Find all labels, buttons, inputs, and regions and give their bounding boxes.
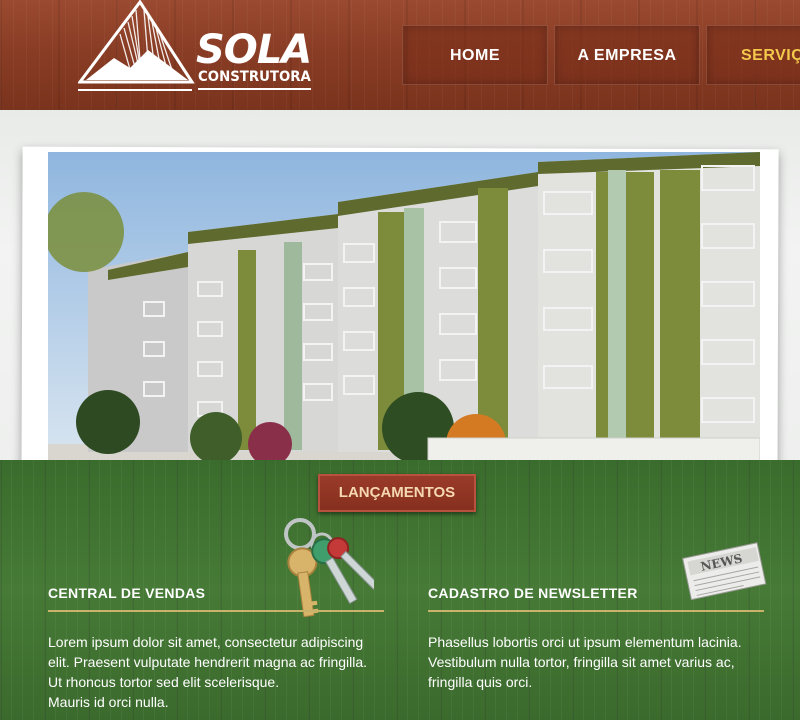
newsletter-text: Phasellus lobortis orci ut ipsum element… [428, 632, 778, 692]
logo-title: SOLA [196, 27, 312, 73]
newsletter-title: CADASTRO DE NEWSLETTER [428, 585, 638, 601]
sales-line: Mauris id orci nulla. [48, 694, 169, 710]
building-illustration [48, 152, 760, 486]
header: SOLA CONSTRUTORA HOME A EMPRESA SERVIÇO [0, 0, 800, 110]
nav-servicos[interactable]: SERVIÇO [706, 25, 800, 85]
logo[interactable]: SOLA CONSTRUTORA [78, 0, 328, 96]
sales-text: Lorem ipsum dolor sit amet, consectetur … [48, 632, 388, 712]
nav-a-empresa[interactable]: A EMPRESA [554, 25, 700, 85]
newspaper-icon: NEWS [682, 542, 767, 600]
nav-home[interactable]: HOME [402, 25, 548, 85]
keys-icon [284, 518, 374, 618]
building-photo[interactable] [48, 152, 760, 486]
mountain-logo-icon [78, 0, 195, 91]
newsletter-line: Vestibulum nulla tortor, fringilla sit a… [428, 654, 735, 670]
sales-title: CENTRAL DE VENDAS [48, 585, 206, 601]
lancamentos-button[interactable]: LANÇAMENTOS [318, 474, 476, 512]
newsletter-line: fringilla quis orci. [428, 674, 533, 690]
sales-divider [48, 610, 384, 612]
newsletter-line: Phasellus lobortis orci ut ipsum element… [428, 634, 742, 650]
newsletter-divider [428, 610, 764, 612]
sales-line: Lorem ipsum dolor sit amet, consectetur … [48, 634, 364, 650]
sales-line: Ut rhoncus tortor sed elit scelerisque. [48, 674, 280, 690]
logo-subtitle: CONSTRUTORA [198, 68, 311, 90]
sales-line: elit. Praesent vulputate hendrerit magna… [48, 654, 368, 670]
